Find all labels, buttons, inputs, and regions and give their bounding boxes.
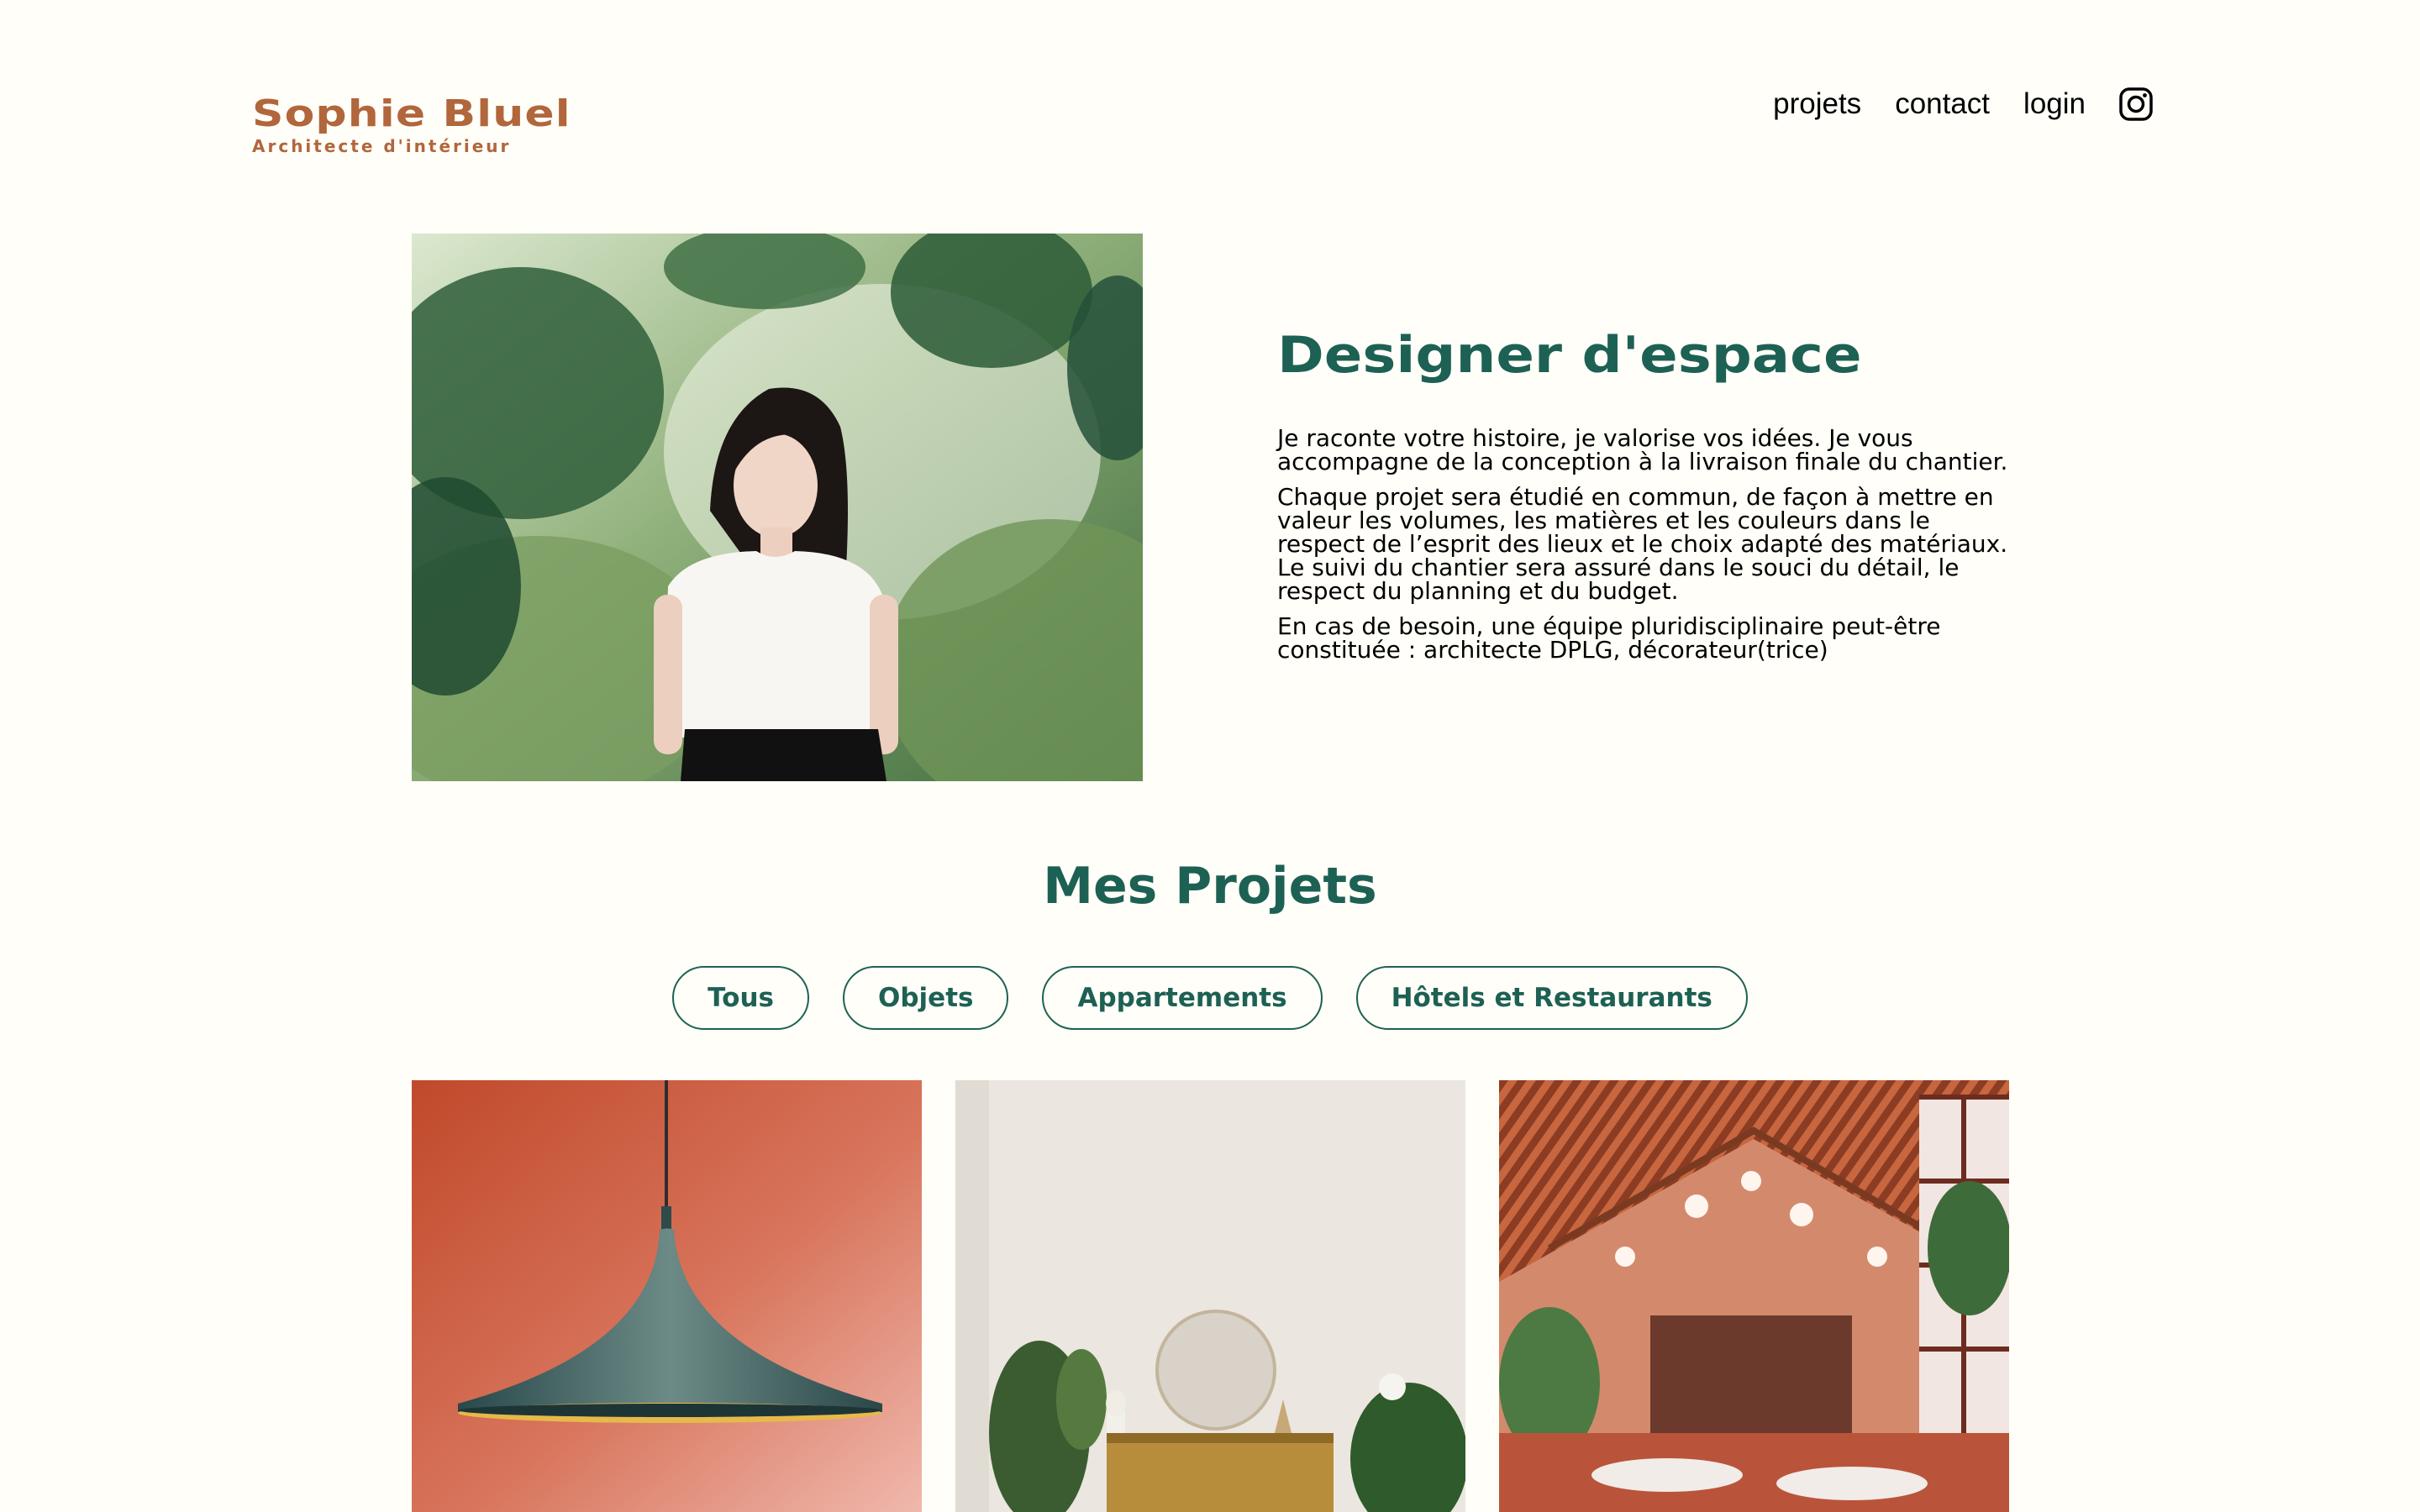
logo-name: Sophie Bluel — [252, 92, 571, 135]
intro-text: Designer d'espace Je raconte votre histo… — [1277, 326, 2008, 674]
instagram-icon[interactable] — [2119, 87, 2153, 121]
nav-link-login[interactable]: login — [2023, 87, 2086, 121]
project-gallery — [412, 1080, 2009, 1512]
site-header: Sophie Bluel Architecte d'intérieur proj… — [0, 0, 2420, 168]
filter-button-appartements[interactable]: Appartements — [1042, 966, 1323, 1030]
filter-bar: Tous Objets Appartements Hôtels et Resta… — [0, 966, 2420, 1030]
nav-link-contact[interactable]: contact — [1895, 87, 1990, 121]
portrait-photo — [412, 234, 1143, 781]
intro-paragraph: Chaque projet sera étudié en commun, de … — [1277, 483, 2008, 605]
nav-link-projets[interactable]: projets — [1773, 87, 1861, 121]
intro-paragraph: En cas de besoin, une équipe pluridiscip… — [1277, 612, 1941, 664]
filter-button-objets[interactable]: Objets — [843, 966, 1009, 1030]
logo-subtitle: Architecte d'intérieur — [252, 136, 512, 156]
intro-paragraph: Je raconte votre histoire, je valorise v… — [1277, 424, 2008, 475]
project-image-lamp[interactable] — [412, 1080, 922, 1512]
project-image-apartment[interactable] — [955, 1080, 1465, 1512]
portfolio-title: Mes Projets — [1043, 857, 1377, 916]
intro-title: Designer d'espace — [1277, 326, 1862, 385]
project-image-restaurant[interactable] — [1499, 1080, 2009, 1512]
logo[interactable]: Sophie Bluel Architecte d'intérieur — [252, 92, 571, 156]
filter-button-hotels-restaurants[interactable]: Hôtels et Restaurants — [1355, 966, 1748, 1030]
main-nav: projets contact login — [1773, 87, 2153, 121]
filter-button-tous[interactable]: Tous — [672, 966, 809, 1030]
